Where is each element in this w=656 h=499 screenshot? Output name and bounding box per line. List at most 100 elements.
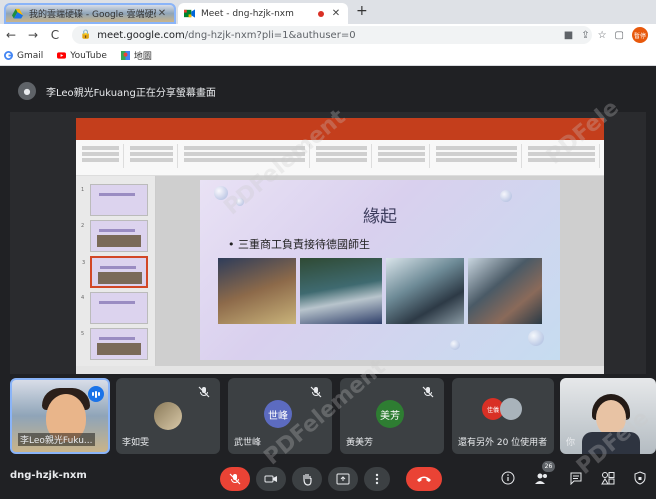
bookmark-maps[interactable]: 地圖 xyxy=(120,49,152,62)
mic-toggle-button[interactable] xyxy=(220,467,250,491)
address-bar[interactable]: 🔒 meet.google.com /dng-hzjk-nxm?pli=1&au… xyxy=(72,26,592,44)
toolbar-actions: ■ ⇪ ☆ ▢ 暫停 xyxy=(564,26,656,44)
ribbon-group xyxy=(180,144,310,168)
participant-tile[interactable]: 世峰 武世峰 xyxy=(228,378,332,454)
ribbon-tabs xyxy=(76,130,604,140)
people-button[interactable] xyxy=(534,470,550,486)
camera-permission-icon[interactable]: ■ xyxy=(564,30,573,41)
present-screen-icon xyxy=(336,473,350,485)
slide-thumbnail: 2 xyxy=(81,220,148,252)
recording-dot-icon xyxy=(318,10,324,17)
avatar: 世峰 xyxy=(264,400,292,428)
new-tab-button[interactable]: + xyxy=(356,3,368,19)
browser-tab-strip: 我的雲端硬碟 - Google 雲端硬碟 ✕ Meet - dng-hzjk-n… xyxy=(0,0,656,24)
ribbon-group xyxy=(78,144,124,168)
participant-tile[interactable]: 美芳 黃美芳 xyxy=(340,378,444,454)
participant-name: 黃美芳 xyxy=(346,438,374,448)
participant-name: 李如雯 xyxy=(122,438,150,448)
avatar xyxy=(154,402,182,430)
tab-title: Meet - dng-hzjk-nxm xyxy=(201,8,294,19)
powerpoint-titlebar xyxy=(76,118,604,130)
speaking-indicator-icon xyxy=(88,386,104,402)
slide-thumbnails: 1 2 3 4 5 xyxy=(76,176,156,366)
call-end-icon xyxy=(417,476,431,482)
ribbon xyxy=(76,140,604,176)
bookmark-youtube[interactable]: YouTube xyxy=(57,51,107,61)
google-drive-icon xyxy=(12,8,23,19)
maps-icon xyxy=(120,51,130,60)
tab-google-drive[interactable]: 我的雲端硬碟 - Google 雲端硬碟 ✕ xyxy=(4,3,176,24)
leave-call-button[interactable] xyxy=(406,467,442,491)
chat-button[interactable] xyxy=(568,470,584,486)
ribbon-group xyxy=(126,144,178,168)
more-options-button[interactable] xyxy=(364,467,390,491)
slide-title: 緣起 xyxy=(363,207,397,227)
avatar: 美芳 xyxy=(376,400,404,428)
call-controls: dng-hzjk-nxm 26 xyxy=(0,456,656,499)
chat-icon xyxy=(570,472,582,485)
youtube-icon xyxy=(57,52,67,59)
more-vert-icon xyxy=(375,473,379,485)
participant-video xyxy=(596,400,626,436)
participant-name: 你 xyxy=(566,438,576,448)
participant-tile-others[interactable]: 佳儀 還有另外 20 位使用者 xyxy=(452,378,554,454)
google-icon xyxy=(4,51,13,60)
present-button[interactable] xyxy=(328,467,358,491)
shapes-icon xyxy=(601,472,615,485)
slide-bullet: • 三重商工負責接待德國師生 xyxy=(228,238,370,251)
powerpoint-window: 1 2 3 4 5 緣起 • 三重商工負責接待德國師生 xyxy=(76,118,604,374)
tab-meet[interactable]: Meet - dng-hzjk-nxm ✕ xyxy=(178,3,348,24)
bookmark-gmail[interactable]: Gmail xyxy=(4,51,43,61)
powerpoint-statusbar xyxy=(76,366,604,374)
camera-icon xyxy=(264,475,277,483)
people-count-badge: 26 xyxy=(542,461,555,472)
meet-window: 我的雲端硬碟 - Google 雲端硬碟 ✕ Meet - dng-hzjk-n… xyxy=(0,0,656,499)
forward-button[interactable]: → xyxy=(22,28,44,42)
meeting-details-button[interactable] xyxy=(500,470,516,486)
bookmarks-bar: Gmail YouTube 地圖 xyxy=(0,46,656,66)
slide-thumbnail-selected: 3 xyxy=(82,256,148,288)
side-panel-icon[interactable]: ▢ xyxy=(615,30,624,41)
participant-name: 武世峰 xyxy=(234,438,262,448)
slide-thumbnail: 4 xyxy=(81,292,148,324)
slide-thumbnail: 1 xyxy=(81,184,148,216)
browser-toolbar: ← → C 🔒 meet.google.com /dng-hzjk-nxm?pl… xyxy=(0,24,656,46)
participant-tile-self[interactable]: 你 xyxy=(560,378,656,454)
meeting-code: dng-hzjk-nxm xyxy=(10,470,87,481)
participant-name: 李Leo親光Fuku... xyxy=(18,433,95,446)
presenting-text: 李Leo親光Fukuang正在分享螢幕畫面 xyxy=(46,87,216,99)
slide-photo xyxy=(468,258,542,324)
back-button[interactable]: ← xyxy=(0,28,22,42)
bookmark-star-icon[interactable]: ☆ xyxy=(598,30,607,41)
close-tab-icon[interactable]: ✕ xyxy=(330,8,342,19)
slide-thumbnail: 5 xyxy=(81,328,148,360)
url-host: meet.google.com xyxy=(97,29,185,41)
tab-title: 我的雲端硬碟 - Google 雲端硬碟 xyxy=(29,10,156,20)
share-icon[interactable]: ⇪ xyxy=(581,30,589,41)
participant-tile-presenter[interactable]: 李Leo親光Fuku... xyxy=(10,378,110,454)
close-tab-icon[interactable]: ✕ xyxy=(156,8,168,19)
participant-tile[interactable]: 李如雯 xyxy=(116,378,220,454)
ribbon-group xyxy=(312,144,372,168)
host-controls-button[interactable] xyxy=(632,470,648,486)
profile-avatar[interactable]: 暫停 xyxy=(632,27,648,43)
ribbon-group xyxy=(524,144,600,168)
people-icon xyxy=(535,473,547,484)
lock-icon: 🔒 xyxy=(80,30,92,40)
info-icon xyxy=(501,471,515,485)
google-meet-icon xyxy=(184,9,195,18)
raise-hand-button[interactable] xyxy=(292,467,322,491)
hand-icon xyxy=(303,474,312,486)
mic-off-icon xyxy=(422,386,434,398)
camera-toggle-button[interactable] xyxy=(256,467,286,491)
reload-button[interactable]: C xyxy=(44,28,66,42)
ribbon-group xyxy=(374,144,430,168)
avatar xyxy=(500,398,522,420)
presenter-avatar: ● xyxy=(18,82,36,100)
bookmark-label: 地圖 xyxy=(133,52,152,62)
participant-name: 還有另外 20 位使用者 xyxy=(458,438,548,448)
bookmark-label: Gmail xyxy=(17,50,44,61)
activities-button[interactable] xyxy=(600,470,616,486)
slide-canvas: 緣起 • 三重商工負責接待德國師生 xyxy=(156,176,604,366)
shared-screen[interactable]: 1 2 3 4 5 緣起 • 三重商工負責接待德國師生 xyxy=(10,112,646,374)
